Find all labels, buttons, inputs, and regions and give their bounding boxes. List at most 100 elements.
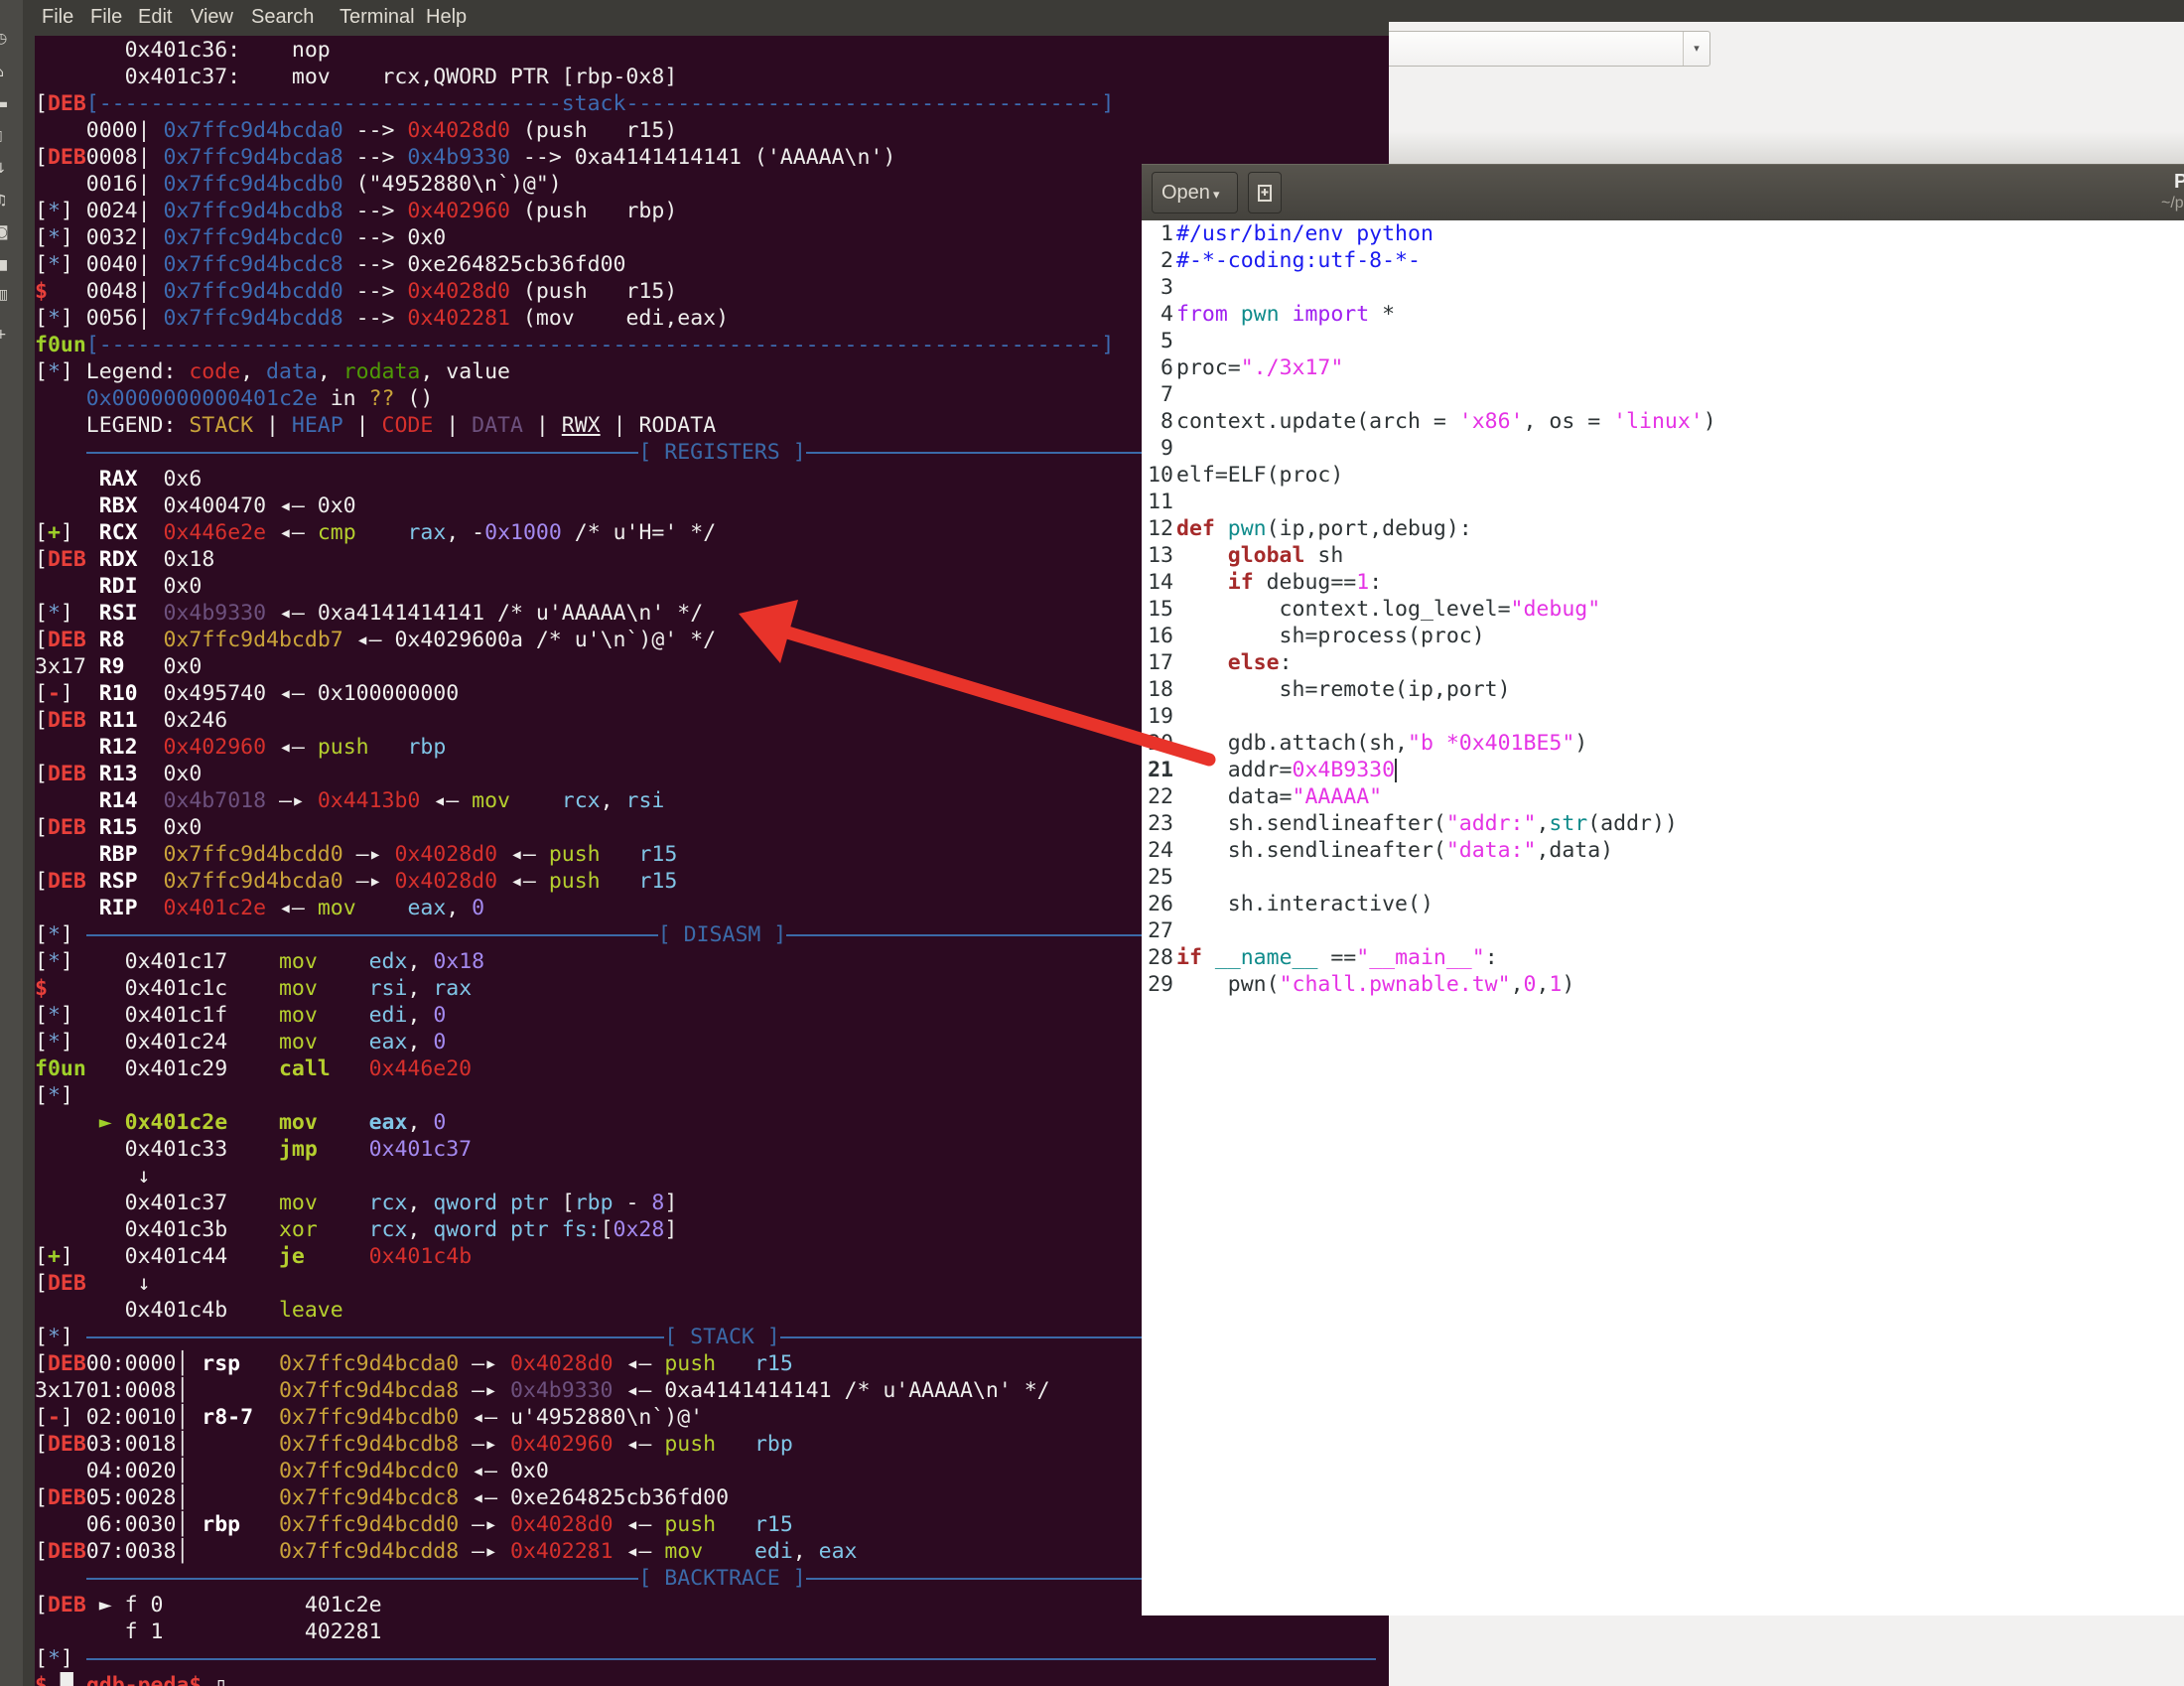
text-segment: * [47, 225, 61, 250]
code-token: (ip,port,debug): [1266, 516, 1472, 541]
code-token: proc= [1176, 355, 1241, 380]
code-line[interactable]: 18 sh=remote(ip,port) [1142, 676, 2184, 703]
code-line[interactable]: 19 [1142, 703, 2184, 730]
text-segment: 0x0 [124, 654, 203, 679]
text-segment: [---------------------------------------… [85, 333, 1115, 357]
text-segment: 0008| [85, 145, 164, 170]
text-segment: LEGEND: [35, 413, 190, 438]
text-segment: 0x401c1f [85, 1003, 279, 1028]
code-line[interactable]: 27 [1142, 917, 2184, 944]
line-number: 18 [1148, 677, 1173, 702]
code-line[interactable]: 6 proc="./3x17" [1142, 354, 2184, 381]
text-segment [305, 1244, 369, 1269]
code-line[interactable]: 1 #/usr/bin/env python [1142, 220, 2184, 247]
text-segment [86, 520, 99, 545]
menu-edit[interactable]: Edit [138, 6, 172, 29]
code-line[interactable]: 4 from pwn import * [1142, 301, 2184, 328]
code-line[interactable]: 2 #-*-coding:utf-8-*- [1142, 247, 2184, 274]
text-segment: [ [35, 1003, 48, 1028]
combo-box[interactable]: ▾ [1370, 31, 1710, 67]
code-line[interactable]: 15 context.log_level="debug" [1142, 596, 2184, 623]
code-line[interactable]: 28 if __name__ =="__main__": [1142, 944, 2184, 971]
menu-file-2[interactable]: File [90, 6, 122, 29]
history-icon[interactable]: ◷ [0, 31, 11, 47]
code-line[interactable]: 23 sh.sendlineafter("addr:",str(addr)) [1142, 810, 2184, 837]
text-segment: HEAP [291, 413, 343, 438]
open-button[interactable]: Open ▾ [1152, 172, 1238, 213]
code-line[interactable]: 17 else: [1142, 649, 2184, 676]
code-token: pwn [1227, 516, 1267, 541]
line-number: 29 [1148, 972, 1173, 997]
text-segment: 0 [433, 1003, 447, 1028]
code-line[interactable]: 11 [1142, 489, 2184, 515]
text-segment: —▸ [459, 1351, 510, 1376]
text-segment: 0x401c36: nop [35, 38, 331, 63]
code-line[interactable]: 5 [1142, 328, 2184, 354]
chevron-down-icon[interactable]: ▾ [1683, 32, 1709, 66]
code-line[interactable]: 8 context.update(arch = 'x86', os = 'linu… [1142, 408, 2184, 435]
code-line[interactable]: 10 elf=ELF(proc) [1142, 462, 2184, 489]
code-line[interactable]: 3 [1142, 274, 2184, 301]
code-line[interactable]: 13 global sh [1142, 542, 2184, 569]
line-number: 22 [1148, 784, 1173, 809]
text-segment: r15 [638, 842, 678, 867]
text-segment: 0x7ffc9d4bcda0 [278, 1351, 460, 1376]
text-segment [35, 1110, 99, 1135]
plus-icon[interactable]: + [0, 327, 11, 343]
code-line[interactable]: 9 [1142, 435, 2184, 462]
menu-file[interactable]: File [42, 6, 73, 29]
trash-icon[interactable]: ▥ [0, 287, 11, 303]
line-number: 12 [1148, 516, 1173, 541]
text-segment: --> 0x0 [342, 225, 447, 250]
code-line[interactable]: 14 if debug==1: [1142, 569, 2184, 596]
text-segment: ◂— [266, 896, 318, 920]
code-line[interactable]: 24 sh.sendlineafter("data:",data) [1142, 837, 2184, 864]
text-segment: , [407, 1003, 434, 1028]
text-segment: ] [60, 1244, 86, 1269]
section-title: [ REGISTERS ] [638, 439, 806, 466]
code-line[interactable]: 7 [1142, 381, 2184, 408]
video-icon[interactable]: ■ [0, 257, 11, 273]
menu-help[interactable]: Help [426, 6, 467, 29]
new-tab-button[interactable] [1248, 172, 1282, 213]
camera-icon[interactable]: ◙ [0, 224, 11, 240]
code-token: , os = [1523, 409, 1614, 434]
text-segment: 0x0 [137, 574, 203, 599]
text-segment [138, 896, 164, 920]
menu-view[interactable]: View [191, 6, 233, 29]
text-segment [601, 869, 639, 894]
code-line[interactable]: 25 [1142, 864, 2184, 891]
music-icon[interactable]: ♫ [0, 193, 11, 209]
launcher-strip [0, 0, 23, 1686]
section-divider [85, 1658, 1376, 1660]
text-segment: 0x0000000000401c2e [85, 386, 318, 411]
text-segment: --> [342, 118, 408, 143]
text-segment: CODE [381, 413, 434, 438]
text-segment: ► f 0 401c2e [85, 1593, 382, 1617]
code-line[interactable]: 26 sh.interactive() [1142, 891, 2184, 917]
code-token: : [1484, 945, 1498, 970]
text-segment: 0x4028d0 [394, 869, 498, 894]
code-line[interactable]: 20 gdb.attach(sh,"b *0x401BE5") [1142, 730, 2184, 757]
code-line[interactable]: 12 def pwn(ip,port,debug): [1142, 515, 2184, 542]
text-segment: [ [35, 1325, 48, 1349]
text-segment: (push r15) [509, 118, 678, 143]
text-segment: --> [342, 145, 408, 170]
download-icon[interactable]: ↓ [0, 161, 11, 177]
code-line[interactable]: 16 sh=process(proc) [1142, 623, 2184, 649]
text-segment: [ [35, 520, 48, 545]
gedit-window[interactable]: Open ▾ P ~/p 1 #/usr/bin/env python 2 #-*-co… [1142, 164, 2184, 1616]
folder-icon[interactable]: ▬ [0, 96, 11, 112]
code-line[interactable]: 21 addr=0x4B9330 [1142, 757, 2184, 783]
line-number: 8 [1160, 409, 1173, 434]
text-segment: 0x4413b0 [317, 788, 421, 813]
code-editor[interactable]: 1 #/usr/bin/env python 2 #-*-coding:utf-8-*… [1142, 220, 2184, 998]
code-line[interactable]: 22 data="AAAAA" [1142, 783, 2184, 810]
menu-terminal[interactable]: Terminal [340, 6, 415, 29]
menu-search[interactable]: Search [251, 6, 314, 29]
code-line[interactable]: 29 pwn("chall.pwnable.tw",0,1) [1142, 971, 2184, 998]
home-icon[interactable]: ⌂ [0, 65, 11, 80]
document-icon[interactable]: ▯ [0, 128, 11, 144]
text-segment: 3x17 [35, 654, 86, 679]
text-segment: rbp [574, 1191, 614, 1215]
